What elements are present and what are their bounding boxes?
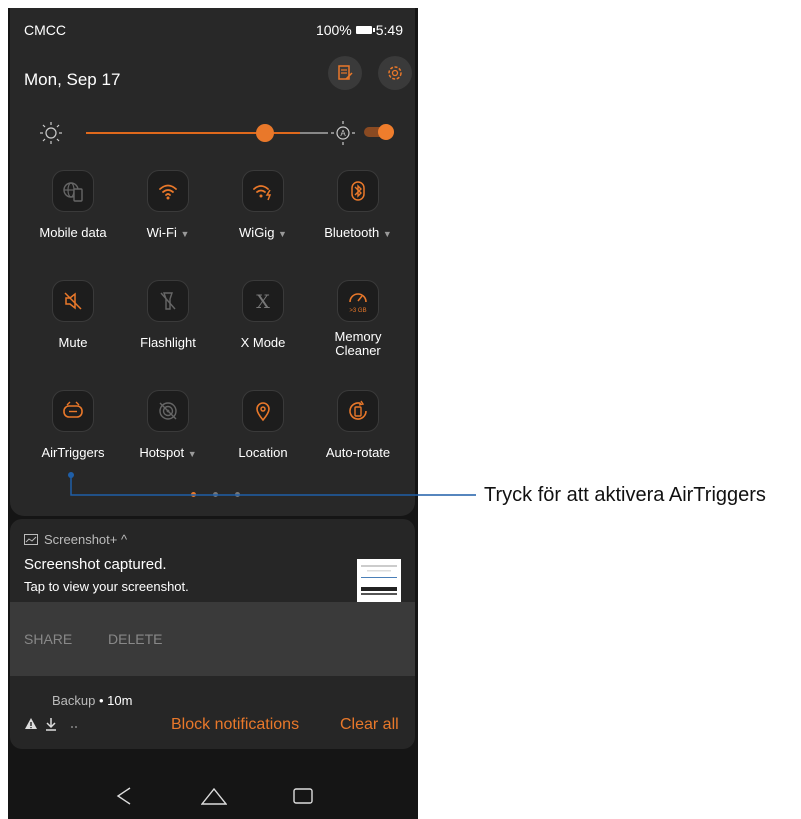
callout-leader-line [68, 472, 476, 496]
callout-text: Tryck för att aktivera AirTriggers [484, 484, 766, 506]
